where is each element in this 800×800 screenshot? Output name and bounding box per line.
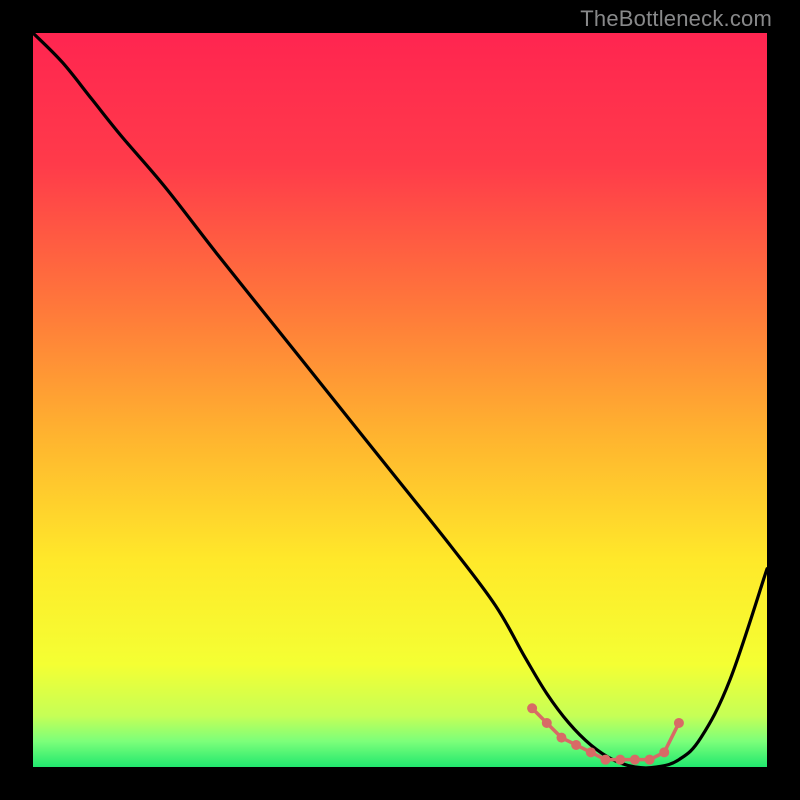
marker-dot bbox=[615, 755, 625, 765]
plot-area bbox=[33, 33, 767, 767]
marker-dot bbox=[571, 740, 581, 750]
marker-dot bbox=[645, 755, 655, 765]
marker-dot bbox=[674, 718, 684, 728]
marker-dot bbox=[601, 755, 611, 765]
bottleneck-curve bbox=[33, 33, 767, 767]
flat-bottom-dots bbox=[527, 703, 684, 764]
flat-bottom-dots-line bbox=[532, 708, 679, 759]
marker-dot bbox=[630, 755, 640, 765]
marker-dot bbox=[542, 718, 552, 728]
marker-dot bbox=[586, 747, 596, 757]
marker-dot bbox=[659, 747, 669, 757]
curve-layer bbox=[33, 33, 767, 767]
chart-frame: TheBottleneck.com bbox=[0, 0, 800, 800]
watermark-label: TheBottleneck.com bbox=[580, 6, 772, 32]
marker-dot bbox=[556, 733, 566, 743]
marker-dot bbox=[527, 703, 537, 713]
